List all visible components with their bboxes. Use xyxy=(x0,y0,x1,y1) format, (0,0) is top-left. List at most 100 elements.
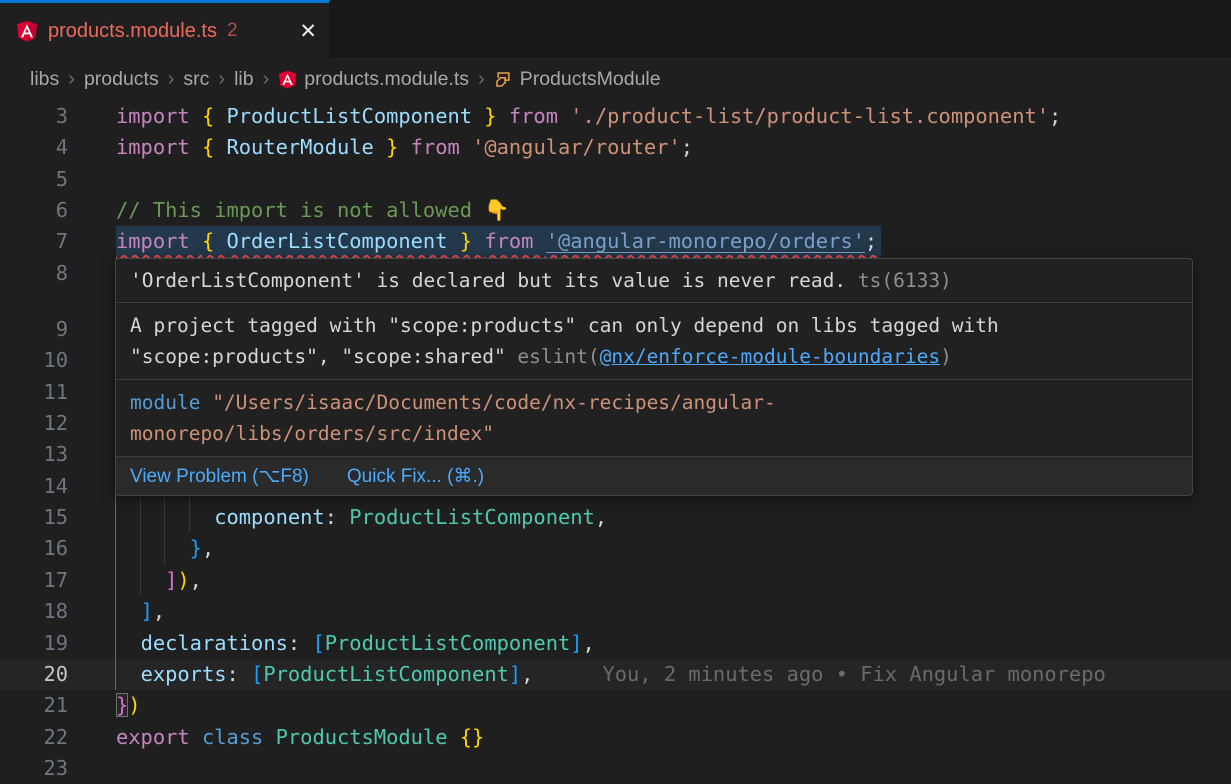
line-number[interactable]: 14 xyxy=(0,471,68,502)
code-token: OrderListComponent xyxy=(227,229,448,253)
code-line-16[interactable]: 16 }, xyxy=(0,533,1231,564)
quick-fix-action[interactable]: Quick Fix... (⌘.) xyxy=(347,465,484,488)
line-number[interactable]: 7 xyxy=(0,226,68,257)
line-number[interactable]: 17 xyxy=(0,565,68,596)
code-token: { xyxy=(202,104,227,128)
code-line-4[interactable]: 4import { RouterModule } from '@angular/… xyxy=(0,132,1231,163)
code-token: ProductListComponent xyxy=(263,662,509,686)
tab-close-icon[interactable]: ✕ xyxy=(299,21,317,42)
code-line-18[interactable]: 18 ], xyxy=(0,596,1231,627)
line-content: }, xyxy=(116,533,1231,564)
code-token: import xyxy=(116,229,202,253)
line-number[interactable]: 4 xyxy=(0,132,68,163)
line-content: export class ProductsModule {} xyxy=(116,722,1231,753)
line-number[interactable]: 20 xyxy=(0,659,68,690)
breadcrumb-item-libs[interactable]: libs xyxy=(30,68,59,91)
code-token: import xyxy=(116,135,202,159)
code-line-17[interactable]: 17 ]), xyxy=(0,565,1231,596)
code-token: : xyxy=(227,662,252,686)
code-token: } xyxy=(472,104,509,128)
line-content: ]), xyxy=(116,565,1231,596)
angular-icon xyxy=(278,70,297,89)
breadcrumb-item-file[interactable]: products.module.ts xyxy=(278,68,469,91)
hover-text: 'OrderListComponent' is declared but its… xyxy=(130,269,846,292)
code-token: ] xyxy=(570,631,582,655)
class-symbol-icon xyxy=(494,70,513,89)
code-token: { xyxy=(202,135,227,159)
code-token: , xyxy=(521,662,533,686)
code-token: ; xyxy=(681,135,693,159)
code-line-23[interactable]: 23 xyxy=(0,753,1231,784)
indent-guide xyxy=(164,502,165,533)
line-number[interactable]: 11 xyxy=(0,377,68,408)
code-token: ProductsModule xyxy=(276,725,460,749)
code-line-6[interactable]: 6 // This import is not allowed 👇 xyxy=(0,195,1231,226)
code-line-7[interactable]: 7import { OrderListComponent } from '@an… xyxy=(0,226,1231,257)
code-line-15[interactable]: 15 component: ProductListComponent, xyxy=(0,502,1231,533)
line-content: }) xyxy=(116,690,1231,721)
breadcrumb-file-label: products.module.ts xyxy=(304,68,469,91)
line-number[interactable]: 13 xyxy=(0,439,68,470)
line-number[interactable]: 12 xyxy=(0,408,68,439)
breadcrumb-item-symbol[interactable]: ProductsModule xyxy=(494,68,661,91)
hover-text: ts(6133) xyxy=(846,269,952,292)
code-line-5[interactable]: 5 xyxy=(0,164,1231,195)
line-number[interactable]: 9 xyxy=(0,314,68,345)
diagnostic-hover-popup: 'OrderListComponent' is declared but its… xyxy=(115,258,1193,496)
code-token: ProductListComponent xyxy=(349,505,595,529)
code-token: RouterModule xyxy=(227,135,374,159)
line-number[interactable]: 18 xyxy=(0,596,68,627)
tab-problems-badge: 2 xyxy=(227,20,238,42)
code-token: : xyxy=(288,631,313,655)
hover-text: eslint( xyxy=(517,345,599,368)
hover-module-info: module "/Users/isaac/Documents/code/nx-r… xyxy=(116,380,1192,457)
breadcrumb-item-src[interactable]: src xyxy=(183,68,209,91)
code-line-20[interactable]: 20 exports: [ProductListComponent],You, … xyxy=(0,659,1231,690)
code-token: } xyxy=(190,536,202,560)
indent-guide xyxy=(140,502,141,533)
code-line-21[interactable]: 21}) xyxy=(0,690,1231,721)
breadcrumb-item-products[interactable]: products xyxy=(84,68,159,91)
code-token: : xyxy=(325,505,350,529)
tab-products-module[interactable]: products.module.ts 2 ✕ xyxy=(0,0,330,59)
code-token: {} xyxy=(460,725,485,749)
hover-diagnostic-eslint: A project tagged with "scope:products" c… xyxy=(116,303,1192,380)
code-line-22[interactable]: 22 export class ProductsModule {} xyxy=(0,722,1231,753)
line-number[interactable]: 19 xyxy=(0,628,68,659)
line-content: declarations: [ProductListComponent], xyxy=(116,628,1231,659)
code-token xyxy=(116,662,141,686)
line-number[interactable]: 10 xyxy=(0,345,68,376)
line-number[interactable]: 16 xyxy=(0,533,68,564)
view-problem-action[interactable]: View Problem (⌥F8) xyxy=(130,465,309,488)
code-token: from xyxy=(484,229,545,253)
line-number[interactable]: 22 xyxy=(0,722,68,753)
code-token: ; xyxy=(865,229,877,253)
code-line-3[interactable]: 3import { ProductListComponent } from '.… xyxy=(0,101,1231,132)
hover-status-bar: View Problem (⌥F8) Quick Fix... (⌘.) xyxy=(116,457,1192,495)
code-token: exports xyxy=(141,662,227,686)
line-number[interactable]: 5 xyxy=(0,164,68,195)
eslint-rule-link[interactable]: @nx/enforce-module-boundaries xyxy=(600,345,940,368)
active-indent-guide xyxy=(115,628,116,659)
line-number[interactable]: 23 xyxy=(0,753,68,784)
breadcrumb-item-lib[interactable]: lib xyxy=(234,68,254,91)
code-line-19[interactable]: 19 declarations: [ProductListComponent], xyxy=(0,628,1231,659)
line-number[interactable]: 6 xyxy=(0,195,68,226)
breadcrumb-separator: › xyxy=(68,68,75,91)
module-path-link[interactable]: '@angular-monorepo/orders' xyxy=(546,229,865,253)
breadcrumb-separator: › xyxy=(218,68,225,91)
hover-text: ) xyxy=(940,345,952,368)
code-token: from xyxy=(411,135,472,159)
line-number[interactable]: 3 xyxy=(0,101,68,132)
code-token: } xyxy=(374,135,411,159)
code-token: './product-list/product-list.component' xyxy=(570,104,1049,128)
code-token: ] xyxy=(141,599,153,623)
line-number[interactable]: 8 xyxy=(0,258,68,289)
line-number[interactable]: 15 xyxy=(0,502,68,533)
line-number[interactable]: 21 xyxy=(0,690,68,721)
code-token xyxy=(116,599,141,623)
line-content xyxy=(116,164,1231,195)
line-content: // This import is not allowed 👇 xyxy=(116,195,1231,226)
code-token: ) xyxy=(177,568,189,592)
code-token: ; xyxy=(1049,104,1061,128)
